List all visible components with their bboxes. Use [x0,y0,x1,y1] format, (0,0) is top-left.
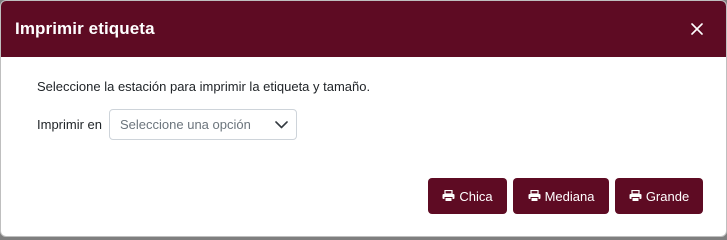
chevron-down-icon [275,120,288,128]
close-icon [691,23,703,35]
printer-icon [629,190,642,202]
printer-field-row: Imprimir en Seleccione una opción [37,109,690,140]
close-button[interactable] [686,18,708,40]
print-label-dialog: Imprimir etiqueta Seleccione la estación… [0,0,727,237]
instructions-text: Seleccione la estación para imprimir la … [37,79,371,94]
dialog-header: Imprimir etiqueta [1,1,726,57]
printer-icon [442,190,455,202]
print-large-label: Grande [645,188,690,204]
dialog-title: Imprimir etiqueta [15,19,155,38]
dialog-body: Seleccione la estación para imprimir la … [1,57,726,140]
print-small-button[interactable]: Chica [428,178,507,214]
print-medium-button[interactable]: Mediana [513,178,609,214]
printer-icon [528,190,541,202]
printer-station-placeholder: Seleccione una opción [120,117,251,132]
dialog-footer: Chica Mediana Grande [428,178,703,214]
printer-station-select[interactable]: Seleccione una opción [109,109,298,140]
print-medium-label: Mediana [544,188,595,204]
printer-field-label: Imprimir en [37,117,103,132]
print-large-button[interactable]: Grande [615,178,703,214]
print-small-label: Chica [459,188,493,204]
